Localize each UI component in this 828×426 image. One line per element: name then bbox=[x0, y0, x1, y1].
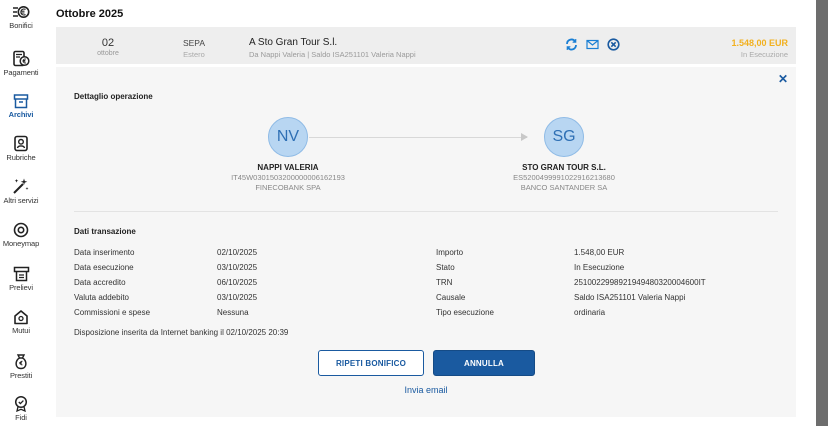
sidebar-item-mutui[interactable]: Mutui bbox=[0, 309, 42, 335]
send-email-link[interactable]: Invia email bbox=[396, 385, 456, 395]
receiver-iban: ES5200499991022916213680 bbox=[513, 173, 615, 182]
magic-wand-icon bbox=[13, 178, 29, 194]
sidebar-item-rubriche[interactable]: Rubriche bbox=[0, 135, 42, 162]
field-label: Data accredito bbox=[74, 278, 126, 287]
sidebar-item-label: Pagamenti bbox=[3, 68, 39, 77]
repeat-icon[interactable] bbox=[564, 37, 578, 51]
sidebar-item-label: Altri servizi bbox=[3, 196, 39, 205]
sidebar-item-label: Rubriche bbox=[6, 153, 36, 162]
field-label: Data esecuzione bbox=[74, 263, 134, 272]
sidebar-item-label: Prestiti bbox=[9, 371, 33, 380]
receiver-avatar: SG bbox=[544, 117, 584, 157]
close-icon[interactable]: ✕ bbox=[778, 72, 788, 86]
transaction-amount: 1.548,00 EUR bbox=[731, 38, 788, 48]
sidebar-item-archivi[interactable]: Archivi bbox=[0, 93, 42, 119]
transaction-name: A Sto Gran Tour S.l. bbox=[249, 37, 338, 48]
sidebar-item-label: Archivi bbox=[8, 110, 34, 119]
field-label: Importo bbox=[436, 248, 464, 257]
field-label: Data inserimento bbox=[74, 248, 135, 257]
field-value: ordinaria bbox=[574, 308, 606, 317]
house-icon bbox=[14, 310, 28, 325]
sidebar-item-label: Moneymap bbox=[2, 239, 40, 248]
euro-transfer-icon bbox=[13, 6, 30, 18]
field-value: 03/10/2025 bbox=[217, 263, 258, 272]
receiver-party: SG STO GRAN TOUR S.L. ES5200499991022916… bbox=[464, 117, 664, 192]
field-value: Saldo ISA251101 Valeria Nappi bbox=[574, 293, 686, 302]
contacts-icon bbox=[14, 135, 28, 152]
sidebar-item-altri-servizi[interactable]: Altri servizi bbox=[0, 177, 42, 205]
sidebar-item-pagamenti[interactable]: Pagamenti bbox=[0, 50, 42, 77]
atm-icon bbox=[13, 266, 29, 282]
sidebar: Bonifici Pagamenti Archivi Rubriche Altr… bbox=[0, 0, 42, 426]
sidebar-item-label: Bonifici bbox=[9, 21, 33, 30]
field-value: 02/10/2025 bbox=[217, 248, 258, 257]
email-icon[interactable] bbox=[585, 37, 599, 51]
transaction-type-sub: Estero bbox=[183, 50, 205, 59]
field-label: Causale bbox=[436, 293, 466, 302]
sidebar-item-label: Mutui bbox=[12, 326, 30, 335]
moneymap-icon bbox=[13, 222, 29, 238]
archive-icon bbox=[13, 94, 29, 109]
sidebar-item-label: Prelievi bbox=[9, 283, 33, 292]
field-label: TRN bbox=[436, 278, 453, 287]
month-title: Ottobre 2025 bbox=[56, 8, 124, 20]
field-label: Commissioni e spese bbox=[74, 308, 151, 317]
scrollbar[interactable] bbox=[816, 0, 828, 426]
field-value: 1.548,00 EUR bbox=[574, 248, 625, 257]
cancel-button[interactable]: ANNULLA bbox=[433, 350, 535, 376]
field-label: Valuta addebito bbox=[74, 293, 130, 302]
transaction-month: ottobre bbox=[97, 50, 119, 57]
sidebar-item-label: Fidi bbox=[15, 413, 27, 422]
sidebar-item-bonifici[interactable]: Bonifici bbox=[0, 4, 42, 30]
sidebar-item-fidi[interactable]: Fidi bbox=[0, 395, 42, 422]
badge-icon bbox=[14, 395, 28, 412]
sidebar-item-prelievi[interactable]: Prelievi bbox=[0, 266, 42, 292]
detail-panel: ✕ Dettaglio operazione NV NAPPI VALERIA … bbox=[56, 67, 796, 417]
sidebar-item-prestiti[interactable]: Prestiti bbox=[0, 353, 42, 380]
sender-iban: IT45W0301503200000006162193 bbox=[231, 173, 345, 182]
money-bag-icon bbox=[15, 354, 27, 370]
cancel-icon[interactable] bbox=[606, 37, 620, 51]
divider bbox=[74, 211, 778, 212]
receiver-name: STO GRAN TOUR S.L. bbox=[522, 163, 606, 172]
transaction-day: 02 bbox=[101, 37, 115, 49]
field-value: Nessuna bbox=[217, 308, 249, 317]
transaction-description: Da Nappi Valeria | Saldo ISA251101 Valer… bbox=[249, 50, 416, 59]
transaction-type: SEPA bbox=[182, 38, 206, 48]
transaction-row[interactable]: 02 ottobre SEPA Estero A Sto Gran Tour S… bbox=[56, 27, 796, 64]
field-value: In Esecuzione bbox=[574, 263, 625, 272]
field-value: 06/10/2025 bbox=[217, 278, 258, 287]
receiver-bank: BANCO SANTANDER SA bbox=[520, 183, 608, 192]
payments-icon bbox=[13, 50, 30, 67]
transaction-status: In Esecuzione bbox=[740, 50, 788, 59]
field-value: 2510022998921949480320004600IT bbox=[574, 278, 706, 287]
transaction-actions bbox=[564, 37, 620, 51]
detail-title: Dettaglio operazione bbox=[74, 92, 153, 101]
field-label: Stato bbox=[436, 263, 455, 272]
field-value: 03/10/2025 bbox=[217, 293, 258, 302]
sidebar-item-moneymap[interactable]: Moneymap bbox=[0, 222, 42, 248]
sender-name: NAPPI VALERIA bbox=[257, 163, 319, 172]
sender-avatar: NV bbox=[268, 117, 308, 157]
repeat-transfer-button[interactable]: RIPETI BONIFICO bbox=[318, 350, 424, 376]
field-label: Tipo esecuzione bbox=[436, 308, 494, 317]
insertion-note: Disposizione inserita da Internet bankin… bbox=[74, 328, 289, 337]
sender-party: NV NAPPI VALERIA IT45W030150320000000616… bbox=[188, 117, 388, 192]
sender-bank: FINECOBANK SPA bbox=[255, 183, 321, 192]
transaction-data-title: Dati transazione bbox=[74, 227, 136, 236]
